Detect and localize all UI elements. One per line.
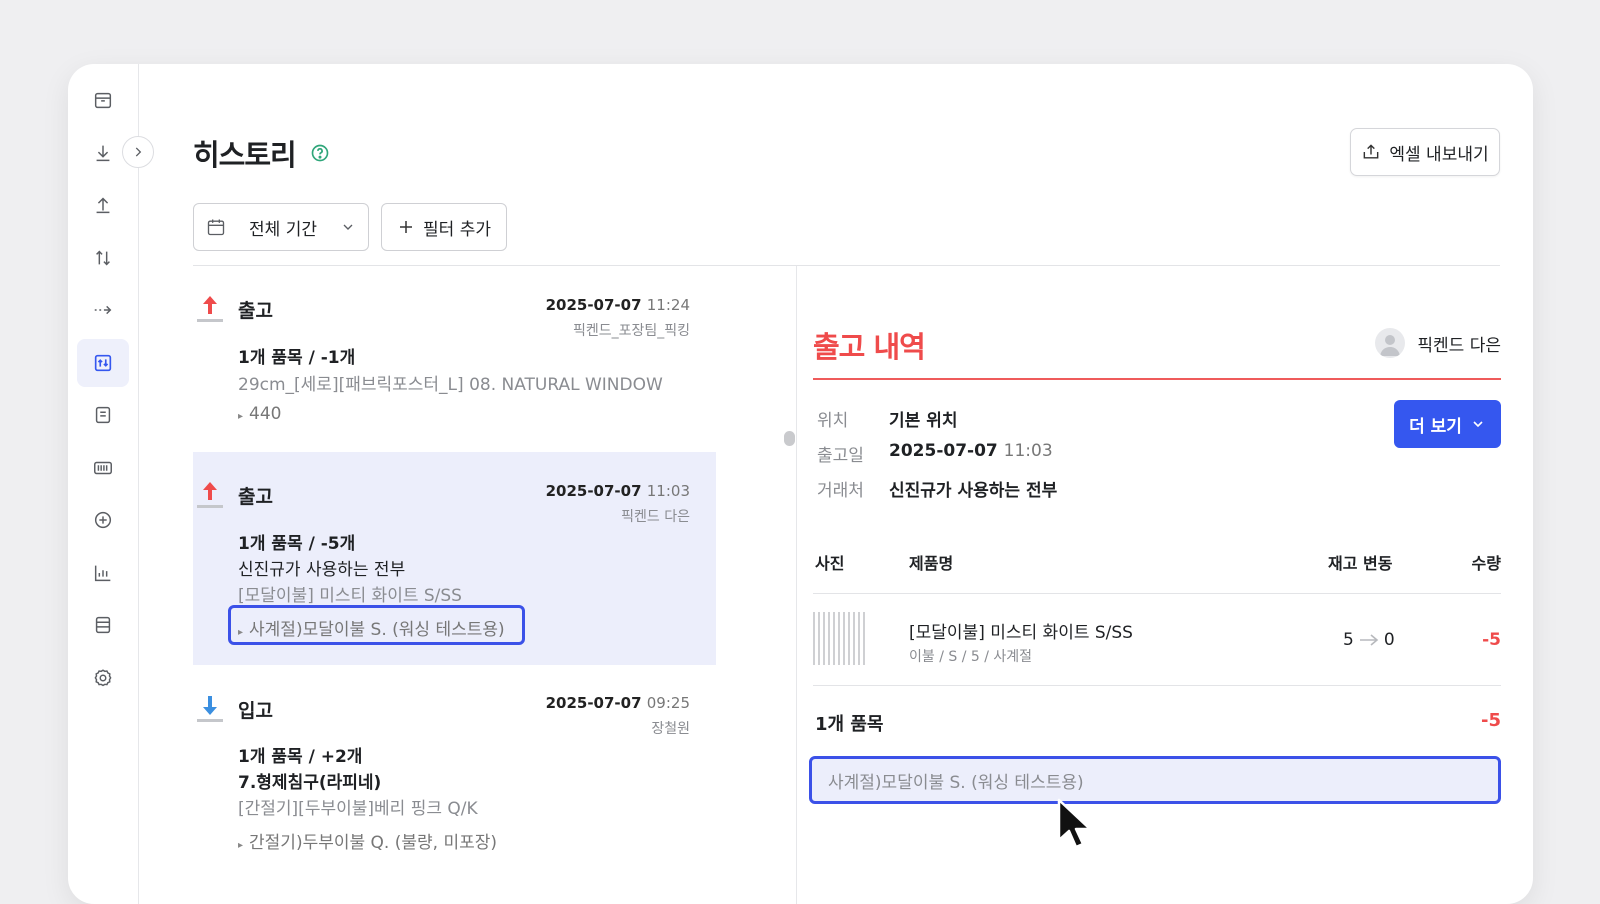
- barcode-icon: [94, 461, 112, 475]
- box-icon: [94, 92, 112, 109]
- sidebar-item-barcode[interactable]: [77, 444, 129, 492]
- sidebar-item-settings[interactable]: [77, 654, 129, 702]
- entry-summary: 1개 품목 / -5개: [238, 534, 356, 554]
- title-row: 히스토리: [193, 132, 330, 174]
- entry-datetime: 2025-07-07 09:25: [545, 694, 690, 712]
- help-icon[interactable]: [310, 143, 330, 163]
- more-button-label: 더 보기: [1409, 416, 1462, 437]
- entry-product: 29cm_[세로][패브릭포스터_L] 08. NATURAL WINDOW: [238, 375, 663, 395]
- memo-text: 사계절)모달이불 S. (워싱 테스트용): [828, 772, 1084, 793]
- panel-divider: [796, 266, 797, 904]
- plus-icon: [400, 221, 413, 233]
- detail-title: 출고 내역: [813, 330, 926, 364]
- arrow-right-icon: [1359, 634, 1379, 646]
- stock-change: 5 0: [1343, 630, 1395, 650]
- sidebar-item-outbound[interactable]: [77, 181, 129, 229]
- export-icon: [1364, 144, 1379, 159]
- col-qty: 수량: [1471, 554, 1501, 573]
- avatar: [1375, 328, 1406, 358]
- download-icon: [96, 145, 110, 162]
- entry-datetime: 2025-07-07 11:24: [545, 296, 690, 314]
- entry-datetime: 2025-07-07 11:03: [545, 482, 690, 500]
- summary-label: 1개 품목: [815, 714, 884, 735]
- main-content: 히스토리 엑셀 내보내기 전체 기간 필터 추가 출고 2025-07-07 1…: [139, 64, 1533, 904]
- sidebar-item-stats[interactable]: [77, 549, 129, 597]
- list-item-selected[interactable]: 출고 2025-07-07 11:03 픽켄드 다은 1개 품목 / -5개 신…: [193, 452, 716, 665]
- info-partner: 거래처 신진규가 사용하는 전부: [817, 481, 1058, 501]
- history-icon: [94, 354, 112, 372]
- add-filter-label: 필터 추가: [423, 219, 491, 240]
- detail-user-name: 픽켄드 다은: [1417, 335, 1501, 356]
- entry-partner: 7.형제침구(라피네): [238, 773, 382, 793]
- product-options: 이불 / S / 5 / 사계절: [909, 649, 1033, 665]
- product-name[interactable]: [모달이불] 미스티 화이트 S/SS: [909, 618, 1133, 643]
- sidebar-item-database[interactable]: [77, 601, 129, 649]
- sidebar-item-move[interactable]: [77, 286, 129, 334]
- upload-icon: [96, 197, 110, 214]
- user-icon: [1380, 335, 1401, 356]
- sidebar-item-transfer[interactable]: [77, 234, 129, 282]
- transfer-icon: [96, 250, 110, 266]
- more-button[interactable]: 더 보기: [1394, 400, 1501, 448]
- filter-row: 전체 기간 필터 추가: [193, 203, 507, 251]
- inbound-arrow-icon: [197, 696, 223, 722]
- info-location: 위치 기본 위치: [817, 411, 958, 431]
- history-list: 출고 2025-07-07 11:24 픽켄드_포장팀_픽킹 1개 품목 / -…: [193, 266, 716, 904]
- sidebar: [68, 64, 139, 904]
- add-filter-button[interactable]: 필터 추가: [381, 203, 507, 251]
- entry-partner: 신진규가 사용하는 전부: [238, 560, 406, 580]
- info-date: 출고일 2025-07-07 11:03: [817, 441, 1053, 466]
- gear-icon: [94, 669, 112, 687]
- entry-product: [간절기][두부이불]베리 핑크 Q/K: [238, 799, 478, 819]
- entry-option: ▸ 간절기)두부이불 Q. (불량, 미포장): [238, 833, 498, 853]
- list-item[interactable]: 입고 2025-07-07 09:25 장철원 1개 품목 / +2개 7.형제…: [193, 666, 716, 904]
- export-excel-button[interactable]: 엑셀 내보내기: [1350, 128, 1500, 176]
- entry-user: 픽켄드 다은: [621, 509, 690, 525]
- col-photo: 사진: [815, 554, 845, 573]
- sidebar-item-add[interactable]: [77, 496, 129, 544]
- page-title: 히스토리: [193, 138, 297, 172]
- sidebar-item-document[interactable]: [77, 391, 129, 439]
- entry-user: 장철원: [651, 721, 690, 737]
- period-select-label: 전체 기간: [249, 219, 317, 240]
- database-icon: [95, 616, 111, 634]
- entry-type: 입고: [238, 700, 273, 722]
- memo-field[interactable]: 사계절)모달이불 S. (워싱 테스트용): [809, 756, 1501, 804]
- table-header-divider: [813, 593, 1501, 594]
- table-row-divider: [813, 685, 1501, 686]
- entry-type: 출고: [238, 300, 273, 322]
- document-icon: [95, 406, 111, 424]
- entry-product: [모달이불] 미스티 화이트 S/SS: [238, 586, 462, 606]
- item-quantity: -5: [1482, 630, 1501, 650]
- col-name: 제품명: [909, 554, 954, 573]
- period-select[interactable]: 전체 기간: [193, 203, 369, 251]
- highlight-box: [228, 605, 525, 645]
- entry-summary: 1개 품목 / -1개: [238, 348, 356, 368]
- move-arrow-icon: [94, 305, 112, 315]
- bar-chart-icon: [94, 565, 111, 582]
- product-thumbnail: [813, 612, 866, 665]
- summary-quantity: -5: [1481, 710, 1501, 731]
- mouse-cursor-icon: [1057, 798, 1092, 849]
- col-change: 재고 변동: [1328, 554, 1393, 573]
- sidebar-item-history[interactable]: [77, 339, 129, 387]
- title-underline: [813, 378, 1501, 380]
- entry-type: 출고: [238, 486, 273, 508]
- entry-user: 픽켄드_포장팀_픽킹: [572, 323, 690, 339]
- sidebar-item-box[interactable]: [77, 76, 129, 124]
- list-scrollbar[interactable]: [784, 431, 795, 446]
- chevron-down-icon: [343, 224, 353, 230]
- detail-user: 픽켄드 다은: [1375, 328, 1501, 358]
- calendar-icon: [207, 219, 225, 236]
- entry-summary: 1개 품목 / +2개: [238, 747, 363, 767]
- plus-circle-icon: [94, 511, 112, 529]
- app-window: 히스토리 엑셀 내보내기 전체 기간 필터 추가 출고 2025-07-07 1…: [68, 64, 1533, 904]
- export-excel-label: 엑셀 내보내기: [1389, 144, 1489, 165]
- outbound-arrow-icon: [197, 482, 223, 508]
- outbound-arrow-icon: [197, 296, 223, 322]
- list-item[interactable]: 출고 2025-07-07 11:24 픽켄드_포장팀_픽킹 1개 품목 / -…: [193, 266, 716, 451]
- chevron-down-icon: [1473, 421, 1483, 428]
- entry-option: ▸ 440: [238, 404, 282, 424]
